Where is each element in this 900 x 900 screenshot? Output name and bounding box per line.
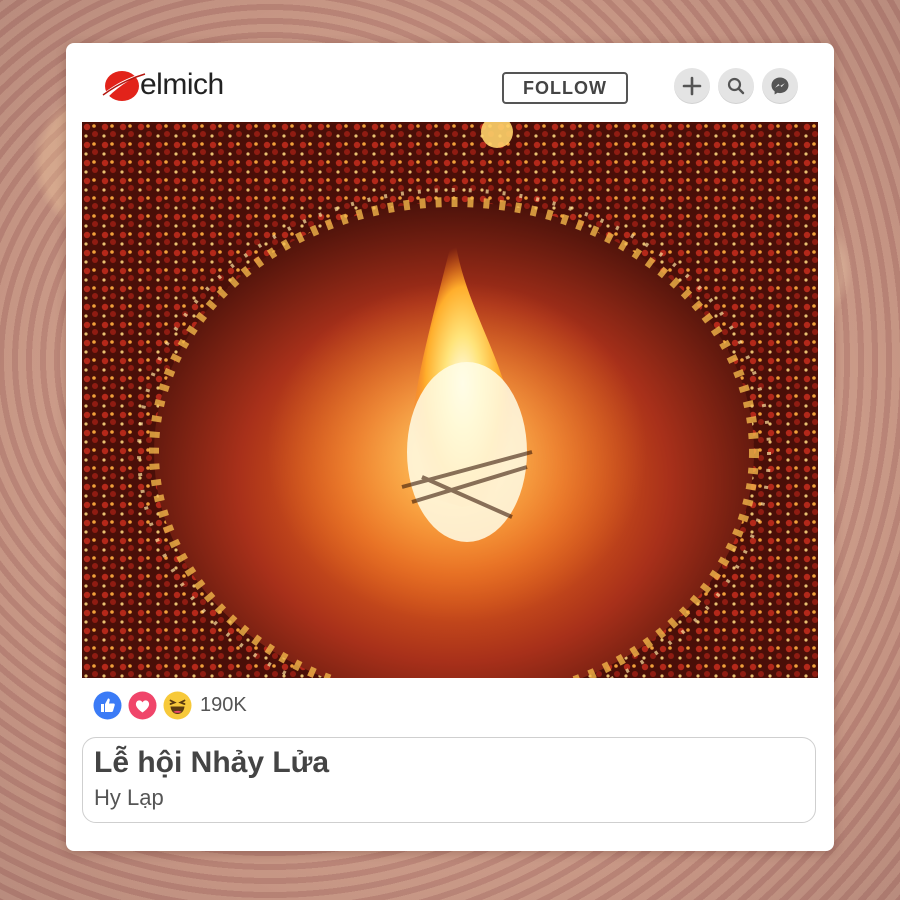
messenger-button[interactable] <box>762 68 798 104</box>
haha-reaction[interactable] <box>163 691 192 720</box>
reactions-bar[interactable]: 190K <box>93 689 247 721</box>
follow-button[interactable]: FOLLOW <box>502 72 628 104</box>
like-reaction[interactable] <box>93 691 122 720</box>
search-button[interactable] <box>718 68 754 104</box>
reaction-count: 190K <box>200 693 247 716</box>
love-icon <box>128 691 157 719</box>
post-caption: Lễ hội Nhảy Lửa Hy Lạp <box>82 737 816 823</box>
brand-logo[interactable]: elmich <box>100 65 224 105</box>
post-title: Lễ hội Nhảy Lửa <box>94 746 330 779</box>
haha-icon <box>163 691 192 719</box>
search-icon <box>727 77 745 95</box>
plus-icon <box>682 76 702 96</box>
post-location: Hy Lạp <box>94 785 164 810</box>
post-header: elmich FOLLOW <box>66 43 834 123</box>
like-icon <box>93 691 122 719</box>
fire-festival-image <box>82 122 818 678</box>
brand-name: elmich <box>140 68 224 101</box>
post-photo <box>82 122 818 678</box>
love-reaction[interactable] <box>128 691 157 720</box>
post-card: elmich FOLLOW 190K Lễ hội Nhảy Lửa Hy Lạ… <box>66 43 834 851</box>
add-button[interactable] <box>674 68 710 104</box>
messenger-icon <box>771 77 789 95</box>
